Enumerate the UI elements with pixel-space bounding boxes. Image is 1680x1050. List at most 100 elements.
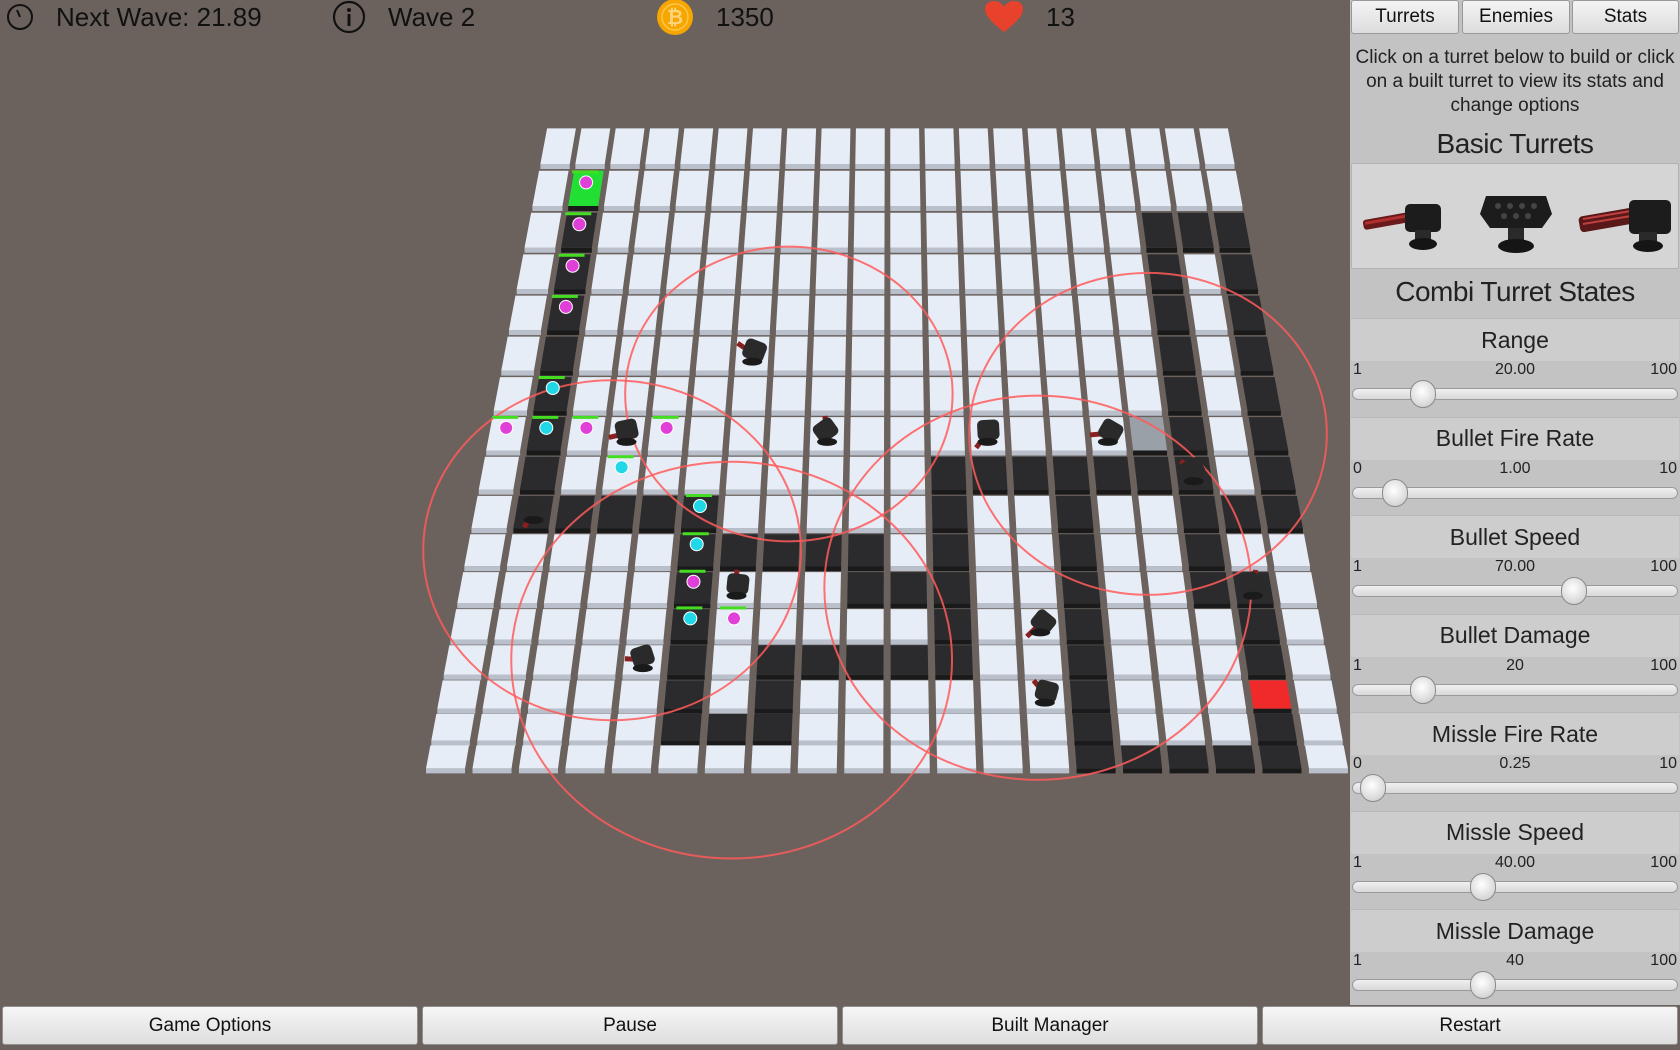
build-tile[interactable] [1199, 128, 1235, 164]
missile-pod-turret-button[interactable] [1466, 174, 1566, 259]
build-tile[interactable] [820, 128, 851, 164]
build-tile[interactable] [611, 745, 654, 769]
build-tile[interactable] [626, 609, 667, 640]
build-tile[interactable] [610, 128, 645, 164]
build-tile[interactable] [561, 456, 601, 490]
build-tile[interactable] [976, 572, 1014, 604]
path-tile[interactable] [971, 456, 1008, 490]
tab-stats[interactable]: Stats [1572, 0, 1679, 34]
build-tile[interactable] [457, 572, 500, 604]
path-tile[interactable] [1012, 456, 1049, 490]
stat-missle-speed-slider-handle[interactable] [1470, 872, 1497, 901]
build-tile[interactable] [623, 295, 660, 331]
build-tile[interactable] [747, 170, 780, 207]
path-tile[interactable] [540, 336, 579, 371]
build-tile[interactable] [634, 212, 670, 248]
build-tile[interactable] [1164, 128, 1200, 164]
build-tile[interactable] [579, 336, 617, 371]
build-tile[interactable] [1142, 534, 1183, 567]
build-tile[interactable] [1202, 377, 1242, 411]
build-tile[interactable] [1159, 680, 1201, 709]
build-tile[interactable] [890, 713, 930, 741]
path-tile[interactable] [1169, 417, 1208, 451]
stat-missle-fire-rate-slider-handle[interactable] [1359, 774, 1386, 802]
build-tile[interactable] [1046, 377, 1083, 411]
build-tile[interactable] [811, 377, 846, 411]
build-tile[interactable] [855, 128, 885, 164]
build-tile[interactable] [1002, 295, 1037, 331]
build-tile[interactable] [482, 680, 526, 709]
build-tile[interactable] [780, 212, 813, 248]
path-tile[interactable] [519, 456, 560, 490]
build-tile[interactable] [634, 534, 674, 567]
build-tile[interactable] [549, 534, 590, 567]
build-tile[interactable] [995, 170, 1028, 207]
build-tile[interactable] [707, 212, 741, 248]
build-tile[interactable] [523, 713, 566, 741]
path-tile[interactable] [1133, 456, 1173, 490]
build-tile[interactable] [715, 128, 748, 164]
build-tile[interactable] [1124, 377, 1162, 411]
path-tile[interactable] [597, 495, 637, 529]
build-tile[interactable] [1114, 680, 1156, 709]
build-tile[interactable] [998, 212, 1031, 248]
build-tile[interactable] [575, 128, 611, 164]
build-tile[interactable] [740, 254, 775, 290]
pause-button[interactable]: Pause [422, 1006, 838, 1045]
path-tile[interactable] [1058, 534, 1097, 567]
build-tile[interactable] [1009, 417, 1046, 451]
build-tile[interactable] [540, 128, 576, 164]
stat-bullet-speed-slider[interactable] [1352, 585, 1678, 597]
build-tile[interactable] [426, 745, 470, 769]
path-tile[interactable] [706, 713, 748, 741]
build-tile[interactable] [645, 128, 679, 164]
build-tile[interactable] [573, 680, 615, 709]
build-tile[interactable] [1206, 170, 1243, 207]
stat-bullet-fire-rate-slider-handle[interactable] [1382, 478, 1408, 507]
build-tile[interactable] [1110, 254, 1146, 290]
build-tile[interactable] [890, 680, 929, 709]
build-tile[interactable] [443, 645, 487, 675]
stat-range-slider[interactable] [1352, 388, 1678, 400]
build-tile[interactable] [925, 170, 957, 207]
stat-bullet-damage-slider-handle[interactable] [1409, 675, 1436, 704]
minigun-turret-button[interactable] [1355, 174, 1455, 259]
path-tile[interactable] [931, 456, 967, 490]
build-tile[interactable] [656, 336, 693, 371]
build-tile[interactable] [846, 609, 884, 640]
build-tile[interactable] [981, 713, 1022, 741]
build-tile[interactable] [1196, 336, 1235, 371]
build-tile[interactable] [1151, 609, 1192, 640]
build-tile[interactable] [890, 295, 923, 331]
build-tile[interactable] [1111, 645, 1152, 675]
build-tile[interactable] [680, 128, 714, 164]
build-tile[interactable] [1208, 713, 1251, 741]
path-tile[interactable] [934, 609, 972, 640]
build-tile[interactable] [965, 295, 999, 331]
build-tile[interactable] [437, 680, 481, 709]
build-tile[interactable] [1016, 534, 1055, 567]
path-tile[interactable] [1072, 713, 1114, 741]
build-tile[interactable] [890, 495, 926, 529]
path-tile[interactable] [1212, 745, 1256, 769]
build-tile[interactable] [618, 680, 660, 709]
build-tile[interactable] [744, 212, 777, 248]
build-tile[interactable] [963, 254, 997, 290]
build-tile[interactable] [803, 572, 841, 604]
build-tile[interactable] [1100, 534, 1140, 567]
build-tile[interactable] [960, 170, 992, 207]
build-tile[interactable] [771, 377, 807, 411]
build-tile[interactable] [854, 170, 885, 207]
path-tile[interactable] [1258, 745, 1302, 769]
build-tile[interactable] [817, 212, 849, 248]
path-tile[interactable] [720, 534, 758, 567]
build-tile[interactable] [587, 572, 628, 604]
build-tile[interactable] [853, 212, 885, 248]
build-tile[interactable] [968, 377, 1004, 411]
build-tile[interactable] [728, 417, 765, 451]
path-tile[interactable] [1055, 495, 1094, 529]
path-tile[interactable] [1189, 572, 1231, 604]
path-tile[interactable] [1067, 645, 1107, 675]
build-tile[interactable] [628, 254, 665, 290]
stat-missle-fire-rate-slider[interactable] [1352, 782, 1678, 794]
